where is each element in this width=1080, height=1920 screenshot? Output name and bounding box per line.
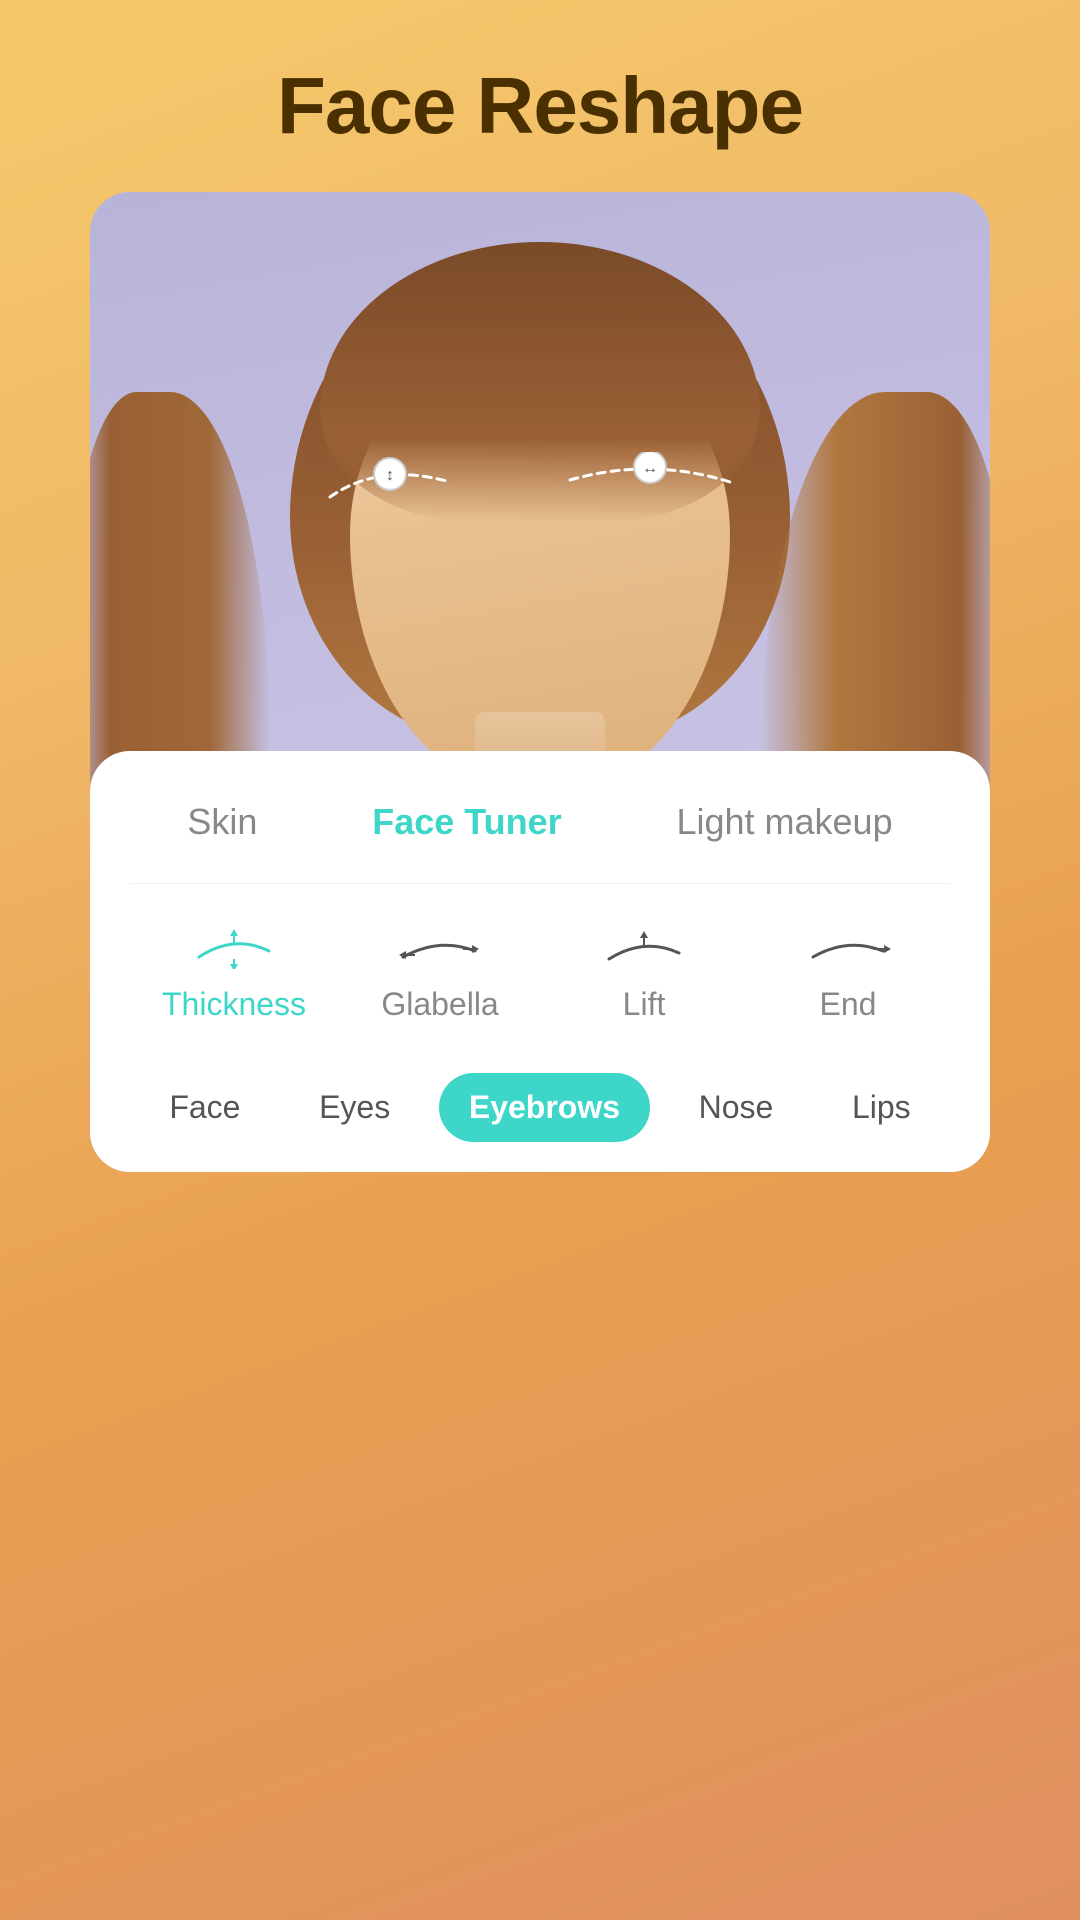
end-icon <box>803 924 893 974</box>
tool-thickness[interactable]: Thickness <box>162 924 306 1023</box>
glabella-label: Glabella <box>381 986 498 1023</box>
thickness-label: Thickness <box>162 986 306 1023</box>
end-label: End <box>820 986 877 1023</box>
category-row: Face Eyes Eyebrows Nose Lips <box>130 1063 950 1142</box>
tool-end[interactable]: End <box>778 924 918 1023</box>
category-face[interactable]: Face <box>139 1073 270 1142</box>
glabella-icon <box>395 924 485 974</box>
category-lips[interactable]: Lips <box>822 1073 941 1142</box>
category-eyes[interactable]: Eyes <box>289 1073 420 1142</box>
page-title: Face Reshape <box>277 60 803 152</box>
tabs-row: Skin Face Tuner Light makeup <box>130 791 950 884</box>
tool-glabella[interactable]: Glabella <box>370 924 510 1023</box>
category-eyebrows[interactable]: Eyebrows <box>439 1073 650 1142</box>
bottom-panel: Skin Face Tuner Light makeup <box>90 751 990 1172</box>
svg-text:↕: ↕ <box>386 467 394 484</box>
category-nose[interactable]: Nose <box>669 1073 804 1142</box>
tab-light-makeup[interactable]: Light makeup <box>656 791 912 853</box>
tool-lift[interactable]: Lift <box>574 924 714 1023</box>
lift-label: Lift <box>623 986 666 1023</box>
image-card: ↕ ↔ Skin Face Tuner Light makeup <box>90 192 990 1172</box>
eyebrow-svg: ↕ ↔ <box>290 452 790 512</box>
tools-row: Thickness Glabella <box>130 924 950 1023</box>
svg-text:↔: ↔ <box>642 460 658 477</box>
tab-skin[interactable]: Skin <box>167 791 277 853</box>
tab-face-tuner[interactable]: Face Tuner <box>352 791 581 853</box>
lift-icon <box>599 924 689 974</box>
thickness-icon <box>189 924 279 974</box>
eyebrow-overlay: ↕ ↔ <box>290 452 790 517</box>
